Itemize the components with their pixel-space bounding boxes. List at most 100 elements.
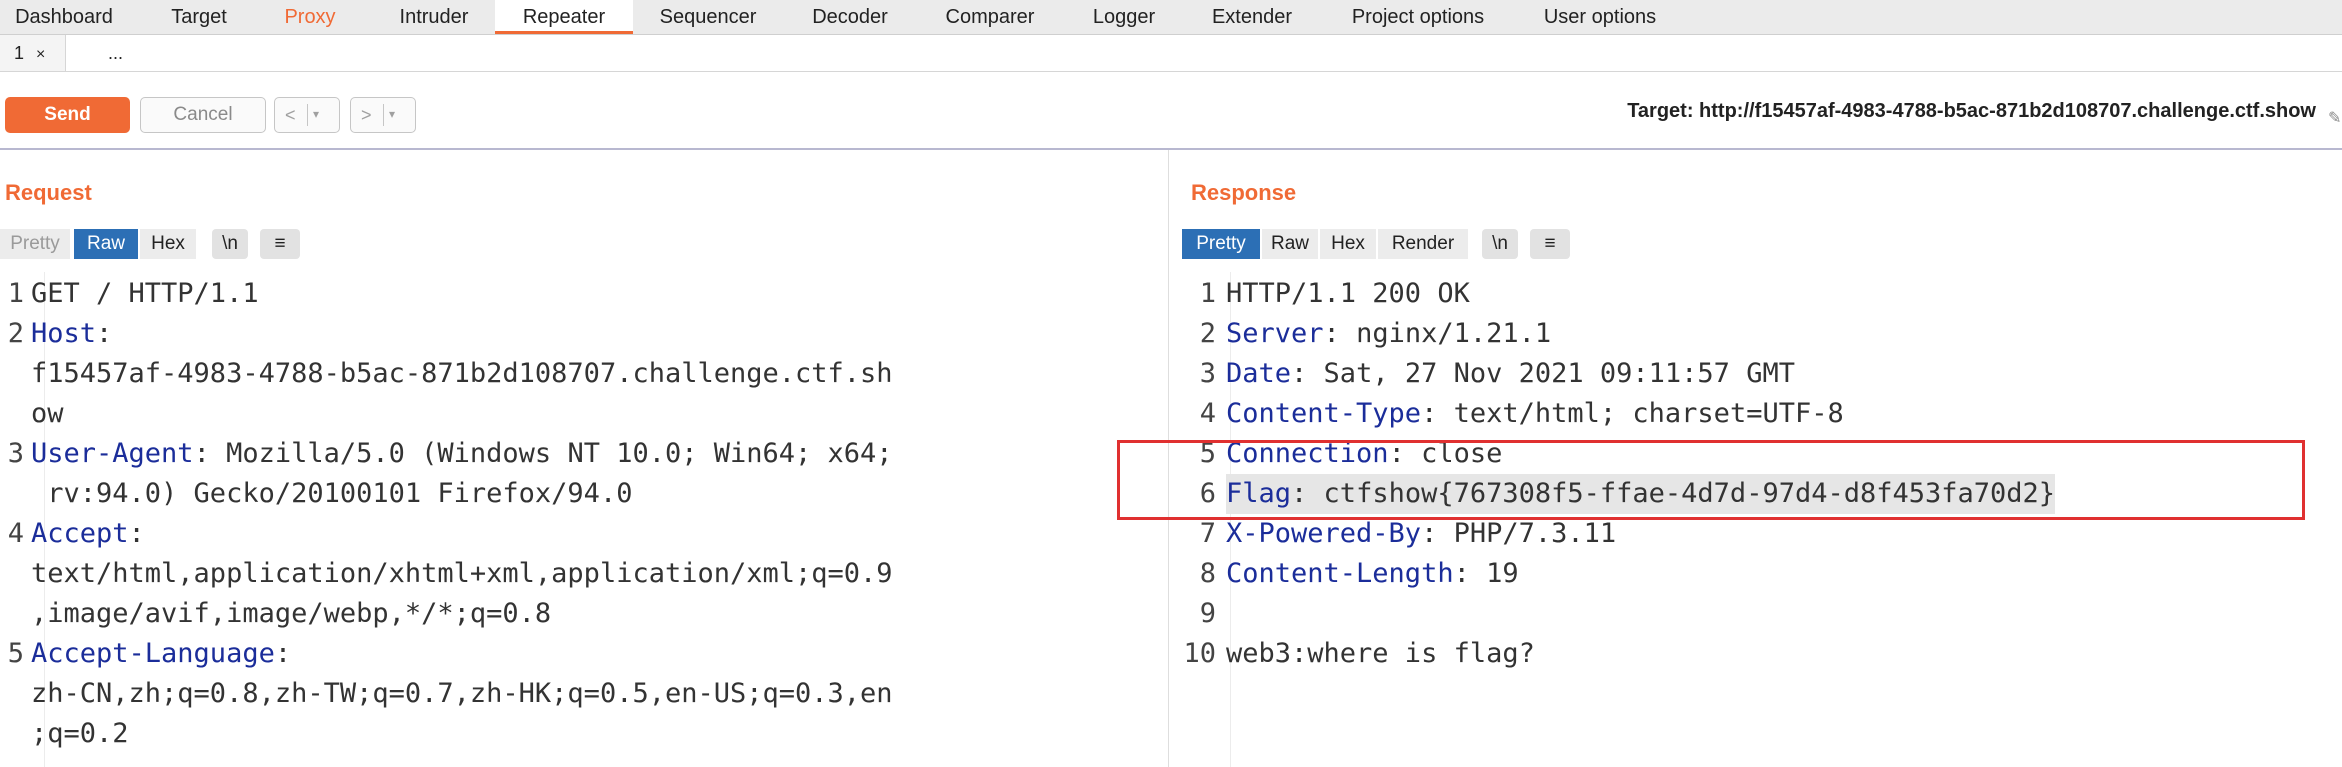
request-tab-pretty[interactable]: Pretty [0, 229, 70, 259]
code-line[interactable]: User-Agent: Mozilla/5.0 (Windows NT 10.0… [31, 434, 893, 474]
request-toolbar: Send Cancel < ▾ > ▾ Target: http://f1545… [0, 72, 2342, 150]
nav-tab-dashboard[interactable]: Dashboard [0, 0, 128, 34]
repeater-tab-strip: 1 × ... [0, 35, 2342, 72]
send-button[interactable]: Send [5, 97, 130, 133]
edit-target-icon[interactable]: ✎ [2328, 111, 2342, 127]
line-number [0, 594, 24, 634]
header-value: text/html,application/xhtml+xml,applicat… [31, 558, 893, 589]
code-line[interactable]: Content-Length: 19 [1226, 554, 1519, 594]
line-number: 5 [1199, 438, 1216, 469]
target-url[interactable]: Target: http://f15457af-4983-4788-b5ac-8… [1627, 100, 2316, 123]
new-tab-button[interactable]: ... [108, 35, 123, 71]
chevron-left-icon: < [285, 105, 296, 125]
code-line[interactable]: X-Powered-By: PHP/7.3.11 [1226, 514, 1616, 554]
nav-tab-project-options[interactable]: Project options [1343, 0, 1493, 34]
chevron-down-icon[interactable]: ▾ [313, 97, 319, 131]
flag-header-line[interactable]: Flag: ctfshow{767308f5-ffae-4d7d-97d4-d8… [1226, 474, 2056, 514]
request-tab-raw[interactable]: Raw [74, 229, 138, 259]
nav-tab-user-options[interactable]: User options [1535, 0, 1665, 34]
chevron-right-icon: > [361, 105, 372, 125]
request-menu-icon[interactable]: ≡ [260, 229, 300, 259]
code-line[interactable]: Server: nginx/1.21.1 [1226, 314, 1551, 354]
nav-tab-proxy[interactable]: Proxy [272, 0, 348, 34]
code-line[interactable]: rv:94.0) Gecko/20100101 Firefox/94.0 [31, 474, 632, 514]
nav-tab-sequencer[interactable]: Sequencer [650, 0, 766, 34]
main-nav: Dashboard Target Proxy Intruder Repeater… [0, 0, 2342, 35]
request-tab-hex[interactable]: Hex [140, 229, 196, 259]
code-line[interactable]: Date: Sat, 27 Nov 2021 09:11:57 GMT [1226, 354, 1795, 394]
header-name: User-Agent [31, 438, 194, 469]
response-tab-hex[interactable]: Hex [1320, 229, 1376, 259]
header-separator: : [96, 318, 113, 349]
request-title: Request [5, 180, 92, 205]
header-separator: : [1421, 398, 1438, 429]
code-line[interactable]: HTTP/1.1 200 OK [1226, 274, 1470, 314]
header-name: Server [1226, 318, 1324, 349]
response-pane: Response Pretty Raw Hex Render \n ≡ 1 HTT… [1180, 150, 2342, 767]
response-tab-raw[interactable]: Raw [1262, 229, 1318, 259]
nav-tab-comparer[interactable]: Comparer [935, 0, 1045, 34]
line-number: 1 [1199, 278, 1216, 309]
response-tab-render[interactable]: Render [1378, 229, 1468, 259]
code-line[interactable]: Host: [31, 314, 112, 354]
header-value: nginx/1.21.1 [1339, 318, 1552, 349]
nav-tab-logger[interactable]: Logger [1084, 0, 1164, 34]
request-newline-toggle[interactable]: \n [212, 229, 248, 259]
nav-tab-intruder[interactable]: Intruder [382, 0, 486, 34]
chevron-down-icon[interactable]: ▾ [389, 97, 395, 131]
nav-tab-target[interactable]: Target [158, 0, 240, 34]
code-line[interactable]: Accept: [31, 514, 145, 554]
code-line[interactable]: Connection: close [1226, 434, 1502, 474]
code-line[interactable]: web3:where is flag? [1226, 634, 1535, 674]
line-number: 4 [7, 518, 24, 549]
code-line[interactable]: ow [31, 394, 64, 434]
header-name: Content-Length [1226, 558, 1454, 589]
line-number [0, 394, 24, 434]
response-newline-toggle[interactable]: \n [1482, 229, 1518, 259]
request-editor[interactable]: 1 GET / HTTP/1.1 2 Host: f15457af-4983-4788-… [0, 272, 1168, 767]
nav-tab-repeater[interactable]: Repeater [495, 0, 633, 34]
cancel-button[interactable]: Cancel [140, 97, 266, 133]
header-value: web3:where is flag? [1226, 638, 1535, 669]
header-separator: : [128, 518, 145, 549]
line-number: 4 [1199, 398, 1216, 429]
code-line[interactable]: ;q=0.2 [31, 714, 129, 754]
forward-button[interactable]: > ▾ [350, 97, 416, 133]
repeater-tab-1[interactable]: 1 × [0, 35, 66, 71]
line-number: 9 [1199, 598, 1216, 629]
header-value: HTTP/1.1 200 OK [1226, 278, 1470, 309]
code-line[interactable]: Accept-Language: [31, 634, 291, 674]
response-tab-pretty[interactable]: Pretty [1182, 229, 1260, 259]
line-number: 7 [1199, 518, 1216, 549]
response-menu-icon[interactable]: ≡ [1530, 229, 1570, 259]
divider [307, 104, 308, 126]
header-value: f15457af-4983-4788-b5ac-871b2d108707.cha… [31, 358, 893, 389]
header-separator: : [1388, 438, 1405, 469]
nav-tab-extender[interactable]: Extender [1204, 0, 1300, 34]
line-number: 2 [1199, 318, 1216, 349]
code-line[interactable]: text/html,application/xhtml+xml,applicat… [31, 554, 893, 594]
line-number [0, 554, 24, 594]
back-button[interactable]: < ▾ [274, 97, 340, 133]
header-name: Flag [1226, 478, 1292, 509]
line-number: 8 [1199, 558, 1216, 589]
header-value: rv:94.0) Gecko/20100101 Firefox/94.0 [31, 478, 633, 509]
header-separator: : [274, 638, 292, 669]
close-icon[interactable]: × [36, 46, 45, 63]
code-line[interactable]: zh-CN,zh;q=0.8,zh-TW;q=0.7,zh-HK;q=0.5,e… [31, 674, 893, 714]
header-separator: : [1323, 318, 1340, 349]
line-number: 6 [1199, 478, 1216, 509]
line-number [0, 354, 24, 394]
code-line[interactable]: GET / HTTP/1.1 [31, 274, 259, 314]
header-name: Date [1226, 358, 1292, 389]
header-separator: : [1421, 518, 1438, 549]
header-value: ctfshow{767308f5-ffae-4d7d-97d4-d8f453fa… [1307, 478, 2056, 509]
header-value: text/html; charset=UTF-8 [1437, 398, 1844, 429]
header-name: Accept-Language [31, 638, 275, 669]
code-line[interactable]: f15457af-4983-4788-b5ac-871b2d108707.cha… [31, 354, 893, 394]
response-editor[interactable]: 1 HTTP/1.1 200 OK 2 Server: nginx/1.21.1 3 Da… [1180, 272, 2342, 767]
line-number [0, 674, 24, 714]
nav-tab-decoder[interactable]: Decoder [800, 0, 900, 34]
code-line[interactable]: Content-Type: text/html; charset=UTF-8 [1226, 394, 1844, 434]
code-line[interactable]: ,image/avif,image/webp,*/*;q=0.8 [31, 594, 551, 634]
